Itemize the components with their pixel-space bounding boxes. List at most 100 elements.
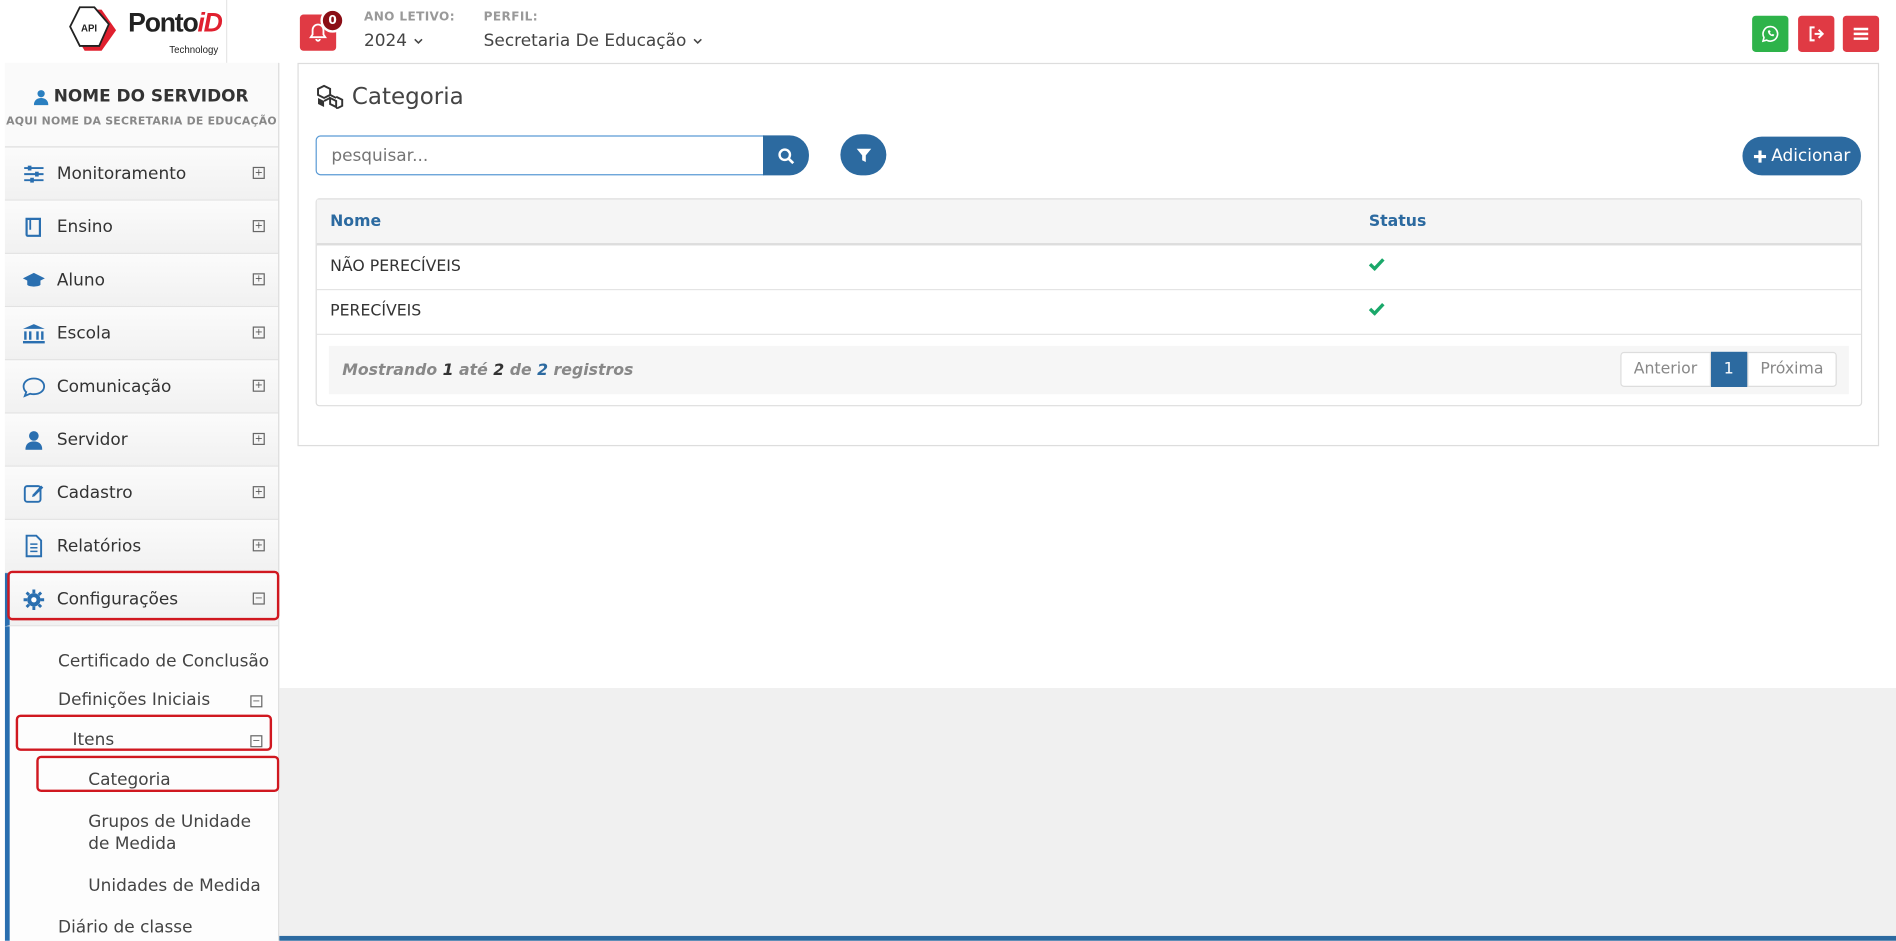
configuracoes-submenu: Certificado de Conclusão Definições Inic… — [4, 626, 279, 941]
expand-icon[interactable]: + — [252, 166, 265, 179]
logo-text: PontoiD — [128, 7, 223, 38]
page-1-button[interactable]: 1 — [1710, 351, 1748, 387]
user-organization: AQUI NOME DA SECRETARIA DE EDUCAÇÃO — [6, 116, 277, 129]
footer-bar — [279, 935, 1896, 941]
search-input[interactable] — [316, 136, 764, 175]
profile-label: PERFIL: — [483, 10, 538, 25]
submenu-categoria[interactable]: Categoria — [88, 769, 170, 791]
user-icon — [34, 89, 49, 105]
sidebar-item-label: Ensino — [56, 217, 113, 237]
sidebar-item-label: Comunicação — [56, 376, 172, 397]
sliders-icon — [22, 161, 46, 185]
expand-icon[interactable]: + — [252, 220, 265, 233]
sidebar-item-comunicacao[interactable]: Comunicação + — [4, 360, 279, 414]
pagination-to: 2 — [493, 361, 505, 380]
menu-button[interactable] — [1842, 15, 1880, 52]
submenu-diario-de-classe[interactable]: Diário de classe — [58, 917, 193, 939]
sidebar-item-label: Escola — [56, 323, 112, 343]
plus-icon — [1753, 149, 1766, 163]
expand-icon[interactable]: + — [252, 539, 265, 552]
user-icon — [22, 427, 46, 451]
cubes-icon — [317, 84, 344, 109]
logo[interactable]: API PontoiD Technology — [4, 0, 228, 63]
add-button[interactable]: Adicionar — [1742, 136, 1861, 176]
whatsapp-icon — [1761, 25, 1779, 43]
cell-nome: PERECÍVEIS — [316, 288, 1356, 335]
expand-icon[interactable]: + — [252, 326, 265, 339]
sidebar-item-label: Servidor — [56, 429, 128, 450]
top-bar: 0 ANO LETIVO: 2024 PERFIL: Secretaria De… — [227, 0, 1896, 63]
year-select[interactable]: 2024 — [363, 31, 424, 51]
next-page-button[interactable]: Próxima — [1747, 351, 1837, 387]
filter-icon — [856, 148, 871, 162]
edit-icon — [22, 481, 46, 505]
pagination-suffix: registros — [553, 361, 634, 380]
main-panel: Categoria Adicionar Nome Status — [297, 62, 1880, 447]
bank-icon — [22, 321, 46, 345]
profile-select[interactable]: Secretaria De Educação — [483, 31, 704, 51]
submenu-definicoes-iniciais[interactable]: Definições Iniciais — [58, 689, 210, 711]
chevron-down-icon — [413, 38, 423, 45]
menu-icon — [1853, 27, 1869, 40]
book-icon — [22, 215, 46, 239]
pagination-bar: Mostrando 1 até 2 de 2 registros Anterio… — [328, 345, 1849, 395]
user-name: NOME DO SERVIDOR — [53, 87, 249, 107]
logo-badge: API — [81, 23, 97, 34]
logo-hexagon-icon: API — [69, 6, 117, 51]
pagination-info: Mostrando 1 até 2 de 2 registros — [342, 362, 633, 380]
user-name-row: NOME DO SERVIDOR — [5, 87, 278, 106]
previous-page-button[interactable]: Anterior — [1620, 351, 1711, 387]
page-title-text: Categoria — [351, 83, 464, 111]
categories-table: Nome Status NÃO PERECÍVEIS PERECÍVEIS Mo… — [315, 198, 1863, 407]
chevron-down-icon — [693, 38, 702, 45]
sidebar-item-cadastro[interactable]: Cadastro + — [4, 466, 279, 520]
expand-icon[interactable]: + — [252, 379, 265, 392]
table-row[interactable]: NÃO PERECÍVEIS — [316, 244, 1861, 290]
submenu-itens[interactable]: Itens — [73, 729, 115, 751]
graduation-cap-icon — [22, 268, 46, 292]
collapse-icon[interactable]: − — [250, 735, 263, 748]
sidebar-item-monitoramento[interactable]: Monitoramento + — [4, 147, 279, 201]
sidebar-item-aluno[interactable]: Aluno + — [4, 253, 279, 308]
pagination-controls: Anterior 1 Próxima — [1620, 351, 1837, 387]
collapse-icon[interactable]: − — [252, 592, 265, 605]
expand-icon[interactable]: + — [252, 432, 265, 445]
logo-subtitle: Technology — [169, 44, 219, 56]
expand-icon[interactable]: + — [252, 273, 265, 286]
profile-value: Secretaria De Educação — [483, 31, 687, 51]
logo-text-main: Ponto — [128, 7, 199, 38]
filter-button[interactable] — [840, 134, 887, 176]
check-icon — [1368, 302, 1385, 316]
collapse-icon[interactable]: − — [250, 695, 263, 708]
sidebar-item-configuracoes[interactable]: Configurações − — [4, 573, 279, 627]
cell-status — [1355, 244, 1861, 290]
search-field[interactable] — [315, 135, 765, 176]
column-header-status[interactable]: Status — [1355, 199, 1861, 246]
sidebar-item-relatorios[interactable]: Relatórios + — [4, 519, 279, 574]
sidebar-item-servidor[interactable]: Servidor + — [4, 413, 279, 467]
sidebar-item-label: Configurações — [56, 589, 179, 609]
column-header-nome[interactable]: Nome — [316, 199, 1356, 246]
sidebar-item-escola[interactable]: Escola + — [4, 307, 279, 361]
logout-button[interactable] — [1798, 15, 1835, 52]
submenu-certificado-de-conclusao[interactable]: Certificado de Conclusão — [58, 651, 269, 673]
whatsapp-button[interactable] — [1752, 15, 1789, 52]
submenu-grupos-de-unidade-de-medida[interactable]: Grupos de Unidade de Medida — [88, 811, 269, 855]
sidebar-item-ensino[interactable]: Ensino + — [4, 200, 279, 254]
pagination-total: 2 — [537, 361, 549, 380]
submenu-unidades-de-medida[interactable]: Unidades de Medida — [88, 875, 260, 897]
sidebar-item-label: Relatórios — [56, 536, 142, 556]
chat-icon — [22, 374, 46, 398]
search-icon — [778, 147, 795, 164]
pagination-of: de — [509, 361, 532, 380]
document-icon — [22, 534, 46, 558]
search-button[interactable] — [763, 135, 809, 176]
pagination-until: até — [459, 361, 488, 380]
expand-icon[interactable]: + — [252, 486, 265, 499]
table-row[interactable]: PERECÍVEIS — [316, 288, 1861, 335]
year-value: 2024 — [363, 31, 408, 51]
logo-text-id: iD — [197, 7, 222, 38]
cell-nome: NÃO PERECÍVEIS — [316, 244, 1356, 290]
page-title: Categoria — [316, 83, 464, 110]
notifications-badge: 0 — [320, 8, 345, 33]
